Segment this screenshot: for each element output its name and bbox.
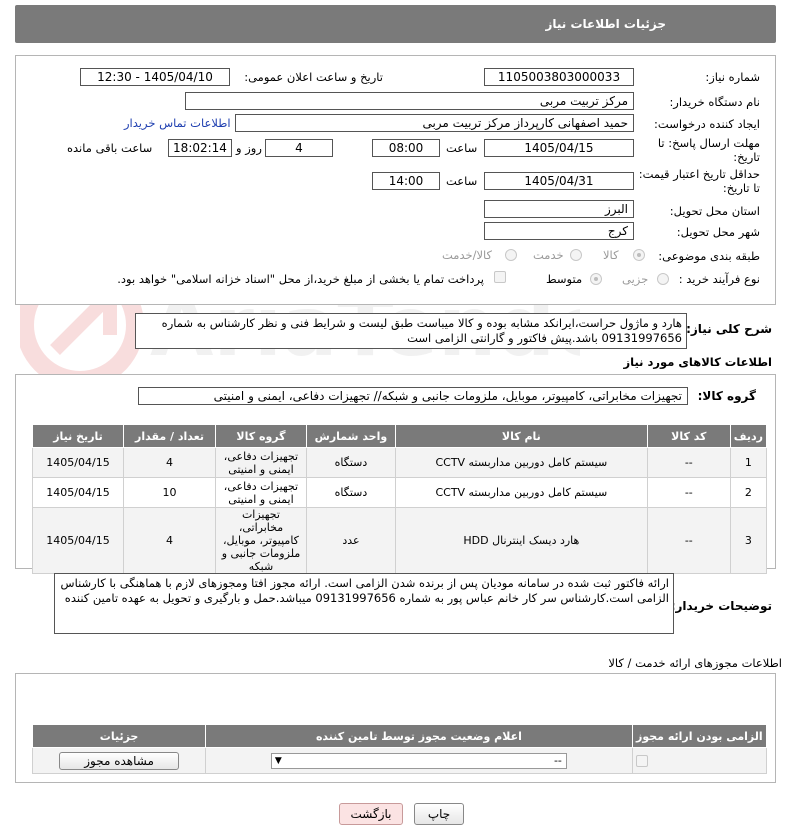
license-details-cell: مشاهده مجوز bbox=[31, 747, 207, 774]
license-status-cell: -- ▼ bbox=[205, 747, 633, 774]
deadline-label-2: تاریخ: bbox=[733, 150, 760, 164]
view-license-button[interactable]: مشاهده مجوز bbox=[59, 751, 180, 770]
category-option-service: خدمت bbox=[533, 248, 564, 262]
province-label: استان محل تحویل: bbox=[669, 204, 760, 218]
buyer-org-field[interactable]: مرکز تربیت مربی bbox=[185, 92, 634, 110]
cell-name: سیستم کامل دوربین مداربسته CCTV bbox=[394, 447, 648, 478]
licenses-table-header: الزامی بودن ارائه مجوز اعلام وضعیت مجوز … bbox=[31, 724, 768, 748]
cell-unit: عدد bbox=[305, 507, 396, 574]
cell-row: 1 bbox=[729, 447, 768, 478]
cell-date: 1405/04/15 bbox=[31, 477, 125, 508]
description-label: شرح کلی نیاز: bbox=[686, 322, 772, 336]
deadline-label-1: مهلت ارسال پاسخ: تا bbox=[657, 136, 760, 150]
col-license-required: الزامی بودن ارائه مجوز bbox=[631, 724, 768, 748]
category-label: طبقه بندی موضوعی: bbox=[658, 249, 760, 263]
cell-row: 2 bbox=[729, 477, 768, 508]
category-radio-service[interactable] bbox=[570, 249, 582, 261]
need-number-label: شماره نیاز: bbox=[705, 70, 760, 84]
cell-code: -- bbox=[646, 477, 731, 508]
col-row: ردیف bbox=[729, 424, 768, 448]
announce-label: تاریخ و ساعت اعلان عمومی: bbox=[244, 70, 383, 84]
cell-code: -- bbox=[646, 507, 731, 574]
cell-qty: 4 bbox=[123, 447, 216, 478]
announce-datetime-field[interactable]: 1405/04/10 - 12:30 bbox=[80, 68, 230, 86]
validity-time-field[interactable]: 14:00 bbox=[372, 172, 440, 190]
chevron-down-icon: ▼ bbox=[274, 755, 282, 766]
license-status-select[interactable]: -- ▼ bbox=[270, 752, 567, 769]
province-field[interactable]: البرز bbox=[484, 200, 634, 218]
cell-name: سیستم کامل دوربین مداربسته CCTV bbox=[394, 477, 648, 508]
description-text[interactable]: هارد و ماژول حراست،ایرانکد مشابه بوده و … bbox=[135, 313, 687, 349]
requester-field[interactable]: حمید اصفهانی کارپرداز مرکز تربیت مربی bbox=[235, 114, 634, 132]
validity-date-field[interactable]: 1405/04/31 bbox=[484, 172, 634, 190]
cell-unit: دستگاه bbox=[305, 447, 396, 478]
category-option-goods: کالا bbox=[603, 248, 619, 262]
cell-unit: دستگاه bbox=[305, 477, 396, 508]
goods-group-label: گروه کالا: bbox=[697, 389, 756, 403]
deadline-time-field[interactable]: 08:00 bbox=[372, 139, 440, 157]
cell-code: -- bbox=[646, 447, 731, 478]
remaining-days-field[interactable]: 4 bbox=[265, 139, 333, 157]
cell-date: 1405/04/15 bbox=[31, 507, 125, 574]
buyer-org-label: نام دستگاه خریدار: bbox=[669, 95, 760, 109]
buyer-notes-text[interactable]: ارائه فاکتور ثبت شده در سامانه مودیان پس… bbox=[54, 573, 674, 634]
process-radio-medium[interactable] bbox=[590, 273, 602, 285]
payment-note: پرداخت تمام یا بخشی از مبلغ خرید،از محل … bbox=[117, 272, 484, 286]
process-option-minor: جزیی bbox=[622, 272, 649, 286]
requester-label: ایجاد کننده درخواست: bbox=[654, 117, 760, 131]
cell-row: 3 bbox=[729, 507, 768, 574]
print-button[interactable]: چاپ bbox=[414, 803, 464, 825]
remaining-time-field[interactable]: 18:02:14 bbox=[168, 139, 232, 157]
col-qty: تعداد / مقدار bbox=[123, 424, 216, 448]
col-code: کد کالا bbox=[646, 424, 731, 448]
cell-date: 1405/04/15 bbox=[31, 447, 125, 478]
license-status-value: -- bbox=[553, 753, 562, 767]
license-row: -- ▼ مشاهده مجوز bbox=[31, 747, 768, 774]
deadline-date-field[interactable]: 1405/04/15 bbox=[484, 139, 634, 157]
buyer-notes-label: توضیحات خریدار: bbox=[670, 599, 772, 613]
table-row: 2 -- سیستم کامل دوربین مداربسته CCTV دست… bbox=[31, 477, 768, 508]
cell-qty: 10 bbox=[123, 477, 216, 508]
category-radio-goods[interactable] bbox=[633, 249, 645, 261]
col-license-status: اعلام وضعیت مجوز توسط تامین کننده bbox=[205, 724, 633, 748]
goods-section-title: اطلاعات کالاهای مورد نیاز bbox=[623, 355, 772, 369]
col-unit: واحد شمارش bbox=[305, 424, 396, 448]
validity-time-label: ساعت bbox=[446, 174, 478, 188]
back-button[interactable]: بازگشت bbox=[339, 803, 403, 825]
city-field[interactable]: کرج bbox=[484, 222, 634, 240]
items-table: ردیف کد کالا نام کالا واحد شمارش گروه کا… bbox=[31, 424, 768, 574]
items-table-header: ردیف کد کالا نام کالا واحد شمارش گروه کا… bbox=[31, 424, 768, 448]
col-date: تاریخ نیاز bbox=[31, 424, 125, 448]
licenses-table: الزامی بودن ارائه مجوز اعلام وضعیت مجوز … bbox=[31, 724, 768, 774]
cell-qty: 4 bbox=[123, 507, 216, 574]
contact-info-link[interactable]: اطلاعات تماس خریدار bbox=[124, 116, 231, 130]
city-label: شهر محل تحویل: bbox=[676, 225, 760, 239]
validity-label-2: تا تاریخ: bbox=[722, 181, 760, 195]
col-group: گروه کالا bbox=[214, 424, 307, 448]
col-name: نام کالا bbox=[394, 424, 648, 448]
process-option-medium: متوسط bbox=[546, 272, 583, 286]
category-option-goods-service: کالا/خدمت bbox=[442, 248, 493, 262]
cell-group: تجهیزات مخابراتی، کامپیوتر، موبایل، ملزو… bbox=[214, 507, 307, 574]
process-label: نوع فرآیند خرید : bbox=[678, 272, 760, 286]
cell-name: هارد دیسک اینترنال HDD bbox=[394, 507, 648, 574]
license-required-checkbox[interactable] bbox=[635, 755, 648, 767]
payment-checkbox[interactable] bbox=[494, 271, 506, 283]
cell-group: تجهیزات دفاعی، ایمنی و امنیتی bbox=[214, 477, 307, 508]
category-radio-goods-service[interactable] bbox=[505, 249, 517, 261]
remaining-label: ساعت باقی مانده bbox=[67, 141, 153, 155]
page-title: جزئیات اطلاعات نیاز bbox=[15, 5, 776, 43]
col-license-details: جزئیات bbox=[31, 724, 207, 748]
deadline-time-label: ساعت bbox=[446, 141, 478, 155]
goods-group-field[interactable]: تجهیزات مخابراتی، کامپیوتر، موبایل، ملزو… bbox=[138, 387, 688, 405]
need-number-field[interactable]: 1105003803000033 bbox=[484, 68, 634, 86]
license-required-cell bbox=[631, 747, 768, 774]
validity-label-1: حداقل تاریخ اعتبار قیمت: bbox=[638, 167, 760, 181]
process-radio-minor[interactable] bbox=[657, 273, 669, 285]
licenses-section-title: اطلاعات مجوزهای ارائه خدمت / کالا bbox=[608, 656, 782, 670]
table-row: 3 -- هارد دیسک اینترنال HDD عدد تجهیزات … bbox=[31, 507, 768, 574]
table-row: 1 -- سیستم کامل دوربین مداربسته CCTV دست… bbox=[31, 447, 768, 478]
days-label: روز و bbox=[236, 141, 262, 155]
cell-group: تجهیزات دفاعی، ایمنی و امنیتی bbox=[214, 447, 307, 478]
